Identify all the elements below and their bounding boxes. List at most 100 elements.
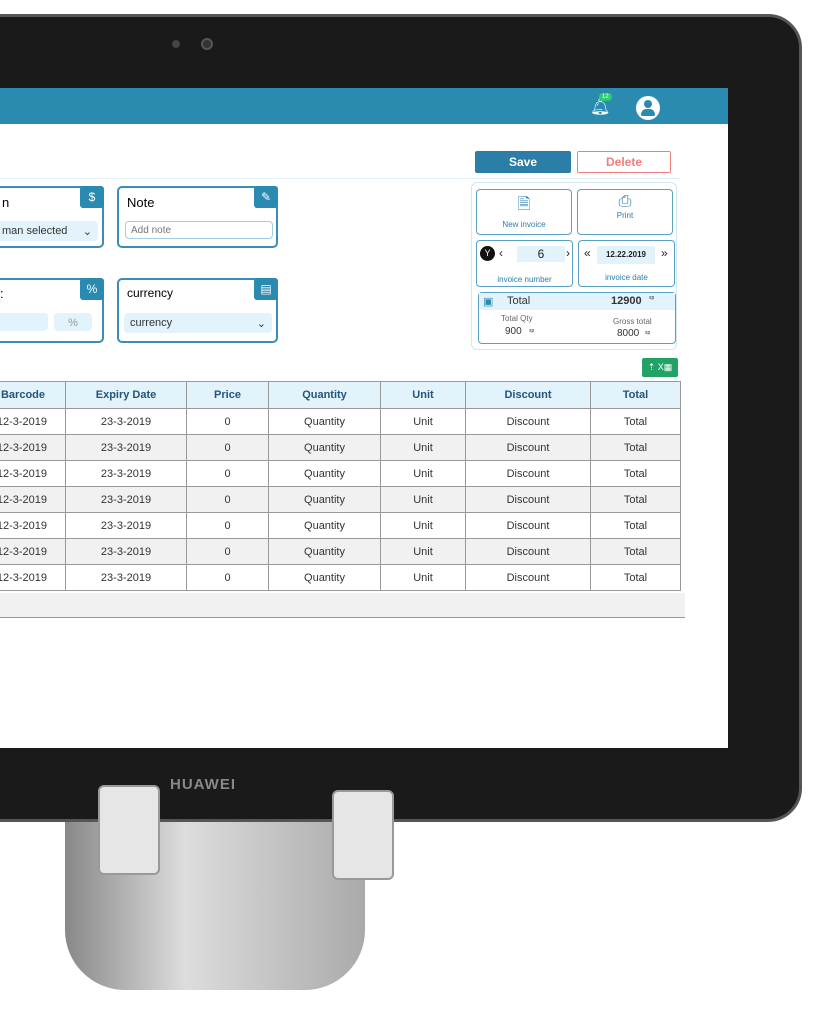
table-cell[interactable]: 0 xyxy=(186,564,269,591)
column-header[interactable]: Expiry Date xyxy=(65,381,187,409)
table-cell[interactable]: Total xyxy=(590,408,681,435)
table-cell[interactable]: 0 xyxy=(186,538,269,565)
table-row[interactable]: 12-3-2019 23-3-2019 0 Quantity Unit Discount T… xyxy=(0,460,681,487)
gross-total-label: Gross total xyxy=(613,317,652,326)
table-cell[interactable]: Unit xyxy=(380,538,466,565)
next-icon[interactable]: › xyxy=(566,246,570,260)
table-cell[interactable]: 12-3-2019 xyxy=(0,460,66,487)
table-cell[interactable]: 12-3-2019 xyxy=(0,564,66,591)
table-cell[interactable]: 23-3-2019 xyxy=(65,512,187,539)
table-cell[interactable]: Discount xyxy=(465,538,591,565)
table-cell[interactable]: Quantity xyxy=(268,512,381,539)
table-cell[interactable]: Discount xyxy=(465,434,591,461)
table-cell[interactable]: 12-3-2019 xyxy=(0,408,66,435)
table-cell[interactable]: Unit xyxy=(380,434,466,461)
export-excel-button[interactable]: ⇡ X▦ xyxy=(642,358,678,377)
discount-amount-input[interactable] xyxy=(0,313,48,331)
table-cell[interactable]: Total xyxy=(590,512,681,539)
table-cell[interactable]: Total xyxy=(590,538,681,565)
total-value: 12900 xyxy=(611,295,642,307)
discount-percent-input[interactable]: % xyxy=(54,313,92,331)
table-cell[interactable]: Quantity xyxy=(268,564,381,591)
next-date-icon[interactable]: » xyxy=(661,246,668,260)
table-cell[interactable]: 12-3-2019 xyxy=(0,434,66,461)
table-cell[interactable]: Discount xyxy=(465,486,591,513)
table-cell[interactable]: Unit xyxy=(380,564,466,591)
table-cell[interactable]: 23-3-2019 xyxy=(65,486,187,513)
table-row[interactable]: 12-3-2019 23-3-2019 0 Quantity Unit Discount T… xyxy=(0,512,681,539)
currency-select[interactable]: currency ⌄ xyxy=(124,313,272,333)
new-invoice-button[interactable]: 🗎 New invoice xyxy=(476,189,572,235)
table-cell[interactable]: 23-3-2019 xyxy=(65,408,187,435)
save-button[interactable]: Save xyxy=(475,151,571,173)
total-qty-label: Total Qty xyxy=(501,314,533,323)
table-cell[interactable]: Quantity xyxy=(268,460,381,487)
filter-icon[interactable]: Y xyxy=(480,246,495,261)
table-cell[interactable]: Total xyxy=(590,460,681,487)
table-cell[interactable]: Discount xyxy=(465,564,591,591)
salesman-select[interactable]: man selected ⌄ xyxy=(0,221,98,241)
discount-label: : xyxy=(0,286,4,301)
table-cell[interactable]: Total xyxy=(590,564,681,591)
table-cell[interactable]: 0 xyxy=(186,486,269,513)
invoice-number-label: invoice number xyxy=(497,275,552,284)
prev-date-icon[interactable]: « xyxy=(584,246,591,260)
invoice-date-value[interactable]: 12.22.2019 xyxy=(597,246,655,264)
print-button[interactable]: ⎙ Print xyxy=(577,189,673,235)
table-cell[interactable]: 12-3-2019 xyxy=(0,538,66,565)
table-cell[interactable]: Unit xyxy=(380,408,466,435)
table-cell[interactable]: Quantity xyxy=(268,538,381,565)
prev-icon[interactable]: ‹ xyxy=(499,246,503,260)
table-row[interactable]: 12-3-2019 23-3-2019 0 Quantity Unit Discount T… xyxy=(0,486,681,513)
table-cell[interactable]: Discount xyxy=(465,512,591,539)
invoice-number-control: Y ‹ 6 › invoice number xyxy=(476,240,573,287)
notification-badge: 12 xyxy=(599,93,612,101)
salesman-value: man selected xyxy=(2,225,68,237)
print-label: Print xyxy=(616,211,634,220)
column-header[interactable]: Barcode xyxy=(0,381,66,409)
table-row[interactable]: 12-3-2019 23-3-2019 0 Quantity Unit Discount T… xyxy=(0,434,681,461)
printer-icon: ⎙ xyxy=(618,193,632,210)
gross-total-value: 8000 xyxy=(617,328,640,339)
empty-row xyxy=(0,593,685,618)
table-cell[interactable]: Total xyxy=(590,434,681,461)
table-cell[interactable]: 23-3-2019 xyxy=(65,538,187,565)
table-cell[interactable]: 0 xyxy=(186,512,269,539)
items-table: Barcode Expiry Date Price Quantity Unit Disco… xyxy=(0,381,681,591)
table-cell[interactable]: Discount xyxy=(465,460,591,487)
table-cell[interactable]: 0 xyxy=(186,408,269,435)
chevron-down-icon: ⌄ xyxy=(82,226,92,238)
table-row[interactable]: 12-3-2019 23-3-2019 0 Quantity Unit Discount T… xyxy=(0,538,681,565)
note-label: Note xyxy=(127,195,155,210)
note-card: Note ✎ xyxy=(117,186,278,248)
table-cell[interactable]: 0 xyxy=(186,434,269,461)
invoice-panel: 🗎 New invoice ⎙ Print Y ‹ 6 › invoice nu… xyxy=(471,182,677,350)
table-cell[interactable]: Discount xyxy=(465,408,591,435)
column-header[interactable]: Total xyxy=(590,381,681,409)
note-input[interactable] xyxy=(125,221,273,239)
salesman-label: n xyxy=(2,195,10,210)
table-cell[interactable]: 23-3-2019 xyxy=(65,460,187,487)
table-row[interactable]: 12-3-2019 23-3-2019 0 Quantity Unit Discount T… xyxy=(0,564,681,591)
user-avatar-icon[interactable] xyxy=(636,96,660,120)
invoice-number-value[interactable]: 6 xyxy=(517,246,565,262)
table-cell[interactable]: Quantity xyxy=(268,408,381,435)
table-cell[interactable]: 23-3-2019 xyxy=(65,564,187,591)
column-header[interactable]: Unit xyxy=(380,381,466,409)
table-cell[interactable]: Total xyxy=(590,486,681,513)
table-cell[interactable]: 12-3-2019 xyxy=(0,512,66,539)
table-row[interactable]: 12-3-2019 23-3-2019 0 Quantity Unit Discount T… xyxy=(0,408,681,435)
table-cell[interactable]: Quantity xyxy=(268,434,381,461)
brand-logo: HUAWEI xyxy=(170,776,236,793)
column-header[interactable]: Discount xyxy=(465,381,591,409)
column-header[interactable]: Price xyxy=(186,381,269,409)
delete-button[interactable]: Delete xyxy=(577,151,671,173)
table-cell[interactable]: Unit xyxy=(380,486,466,513)
table-cell[interactable]: 12-3-2019 xyxy=(0,486,66,513)
table-cell[interactable]: Quantity xyxy=(268,486,381,513)
table-cell[interactable]: 0 xyxy=(186,460,269,487)
column-header[interactable]: Quantity xyxy=(268,381,381,409)
table-cell[interactable]: Unit xyxy=(380,512,466,539)
table-cell[interactable]: Unit xyxy=(380,460,466,487)
table-cell[interactable]: 23-3-2019 xyxy=(65,434,187,461)
